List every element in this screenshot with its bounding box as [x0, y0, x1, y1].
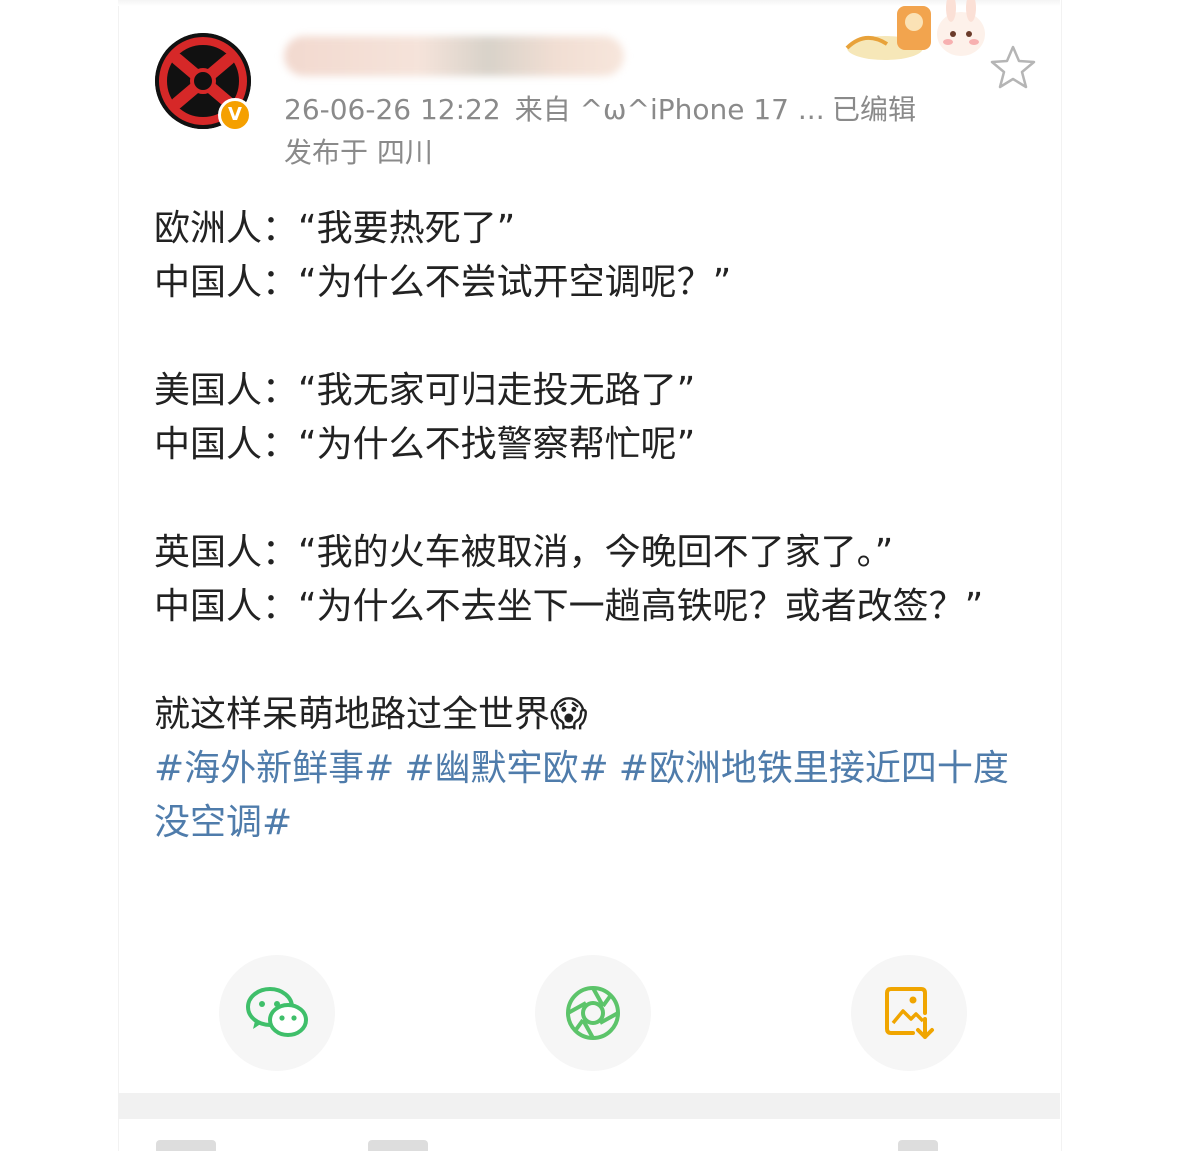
moments-icon	[566, 986, 620, 1040]
hashtag-list: #海外新鲜事# #幽默牢欧# #欧洲地铁里接近四十度没空调#	[154, 742, 1034, 850]
edited-label[interactable]: 已编辑	[832, 88, 916, 128]
save-image-button[interactable]	[851, 955, 967, 1071]
post-location: 发布于 四川	[284, 136, 433, 169]
section-divider	[118, 1093, 1060, 1119]
post-line: 中国人：“为什么不尝试开空调呢？”	[154, 262, 732, 303]
post-line: 中国人：“为什么不去坐下一趟高铁呢？或者改签？”	[154, 586, 984, 627]
hashtag-link[interactable]: #海外新鲜事#	[154, 748, 394, 789]
author-name-blurred[interactable]	[284, 36, 624, 76]
post-meta: 26-06-26 12:22 来自 ^ω^iPhone 17 ...	[284, 88, 839, 128]
cut-off-tab	[156, 1140, 216, 1151]
bunny-sticker-icon	[845, 0, 985, 60]
post-line: 英国人：“我的火车被取消，今晚回不了家了。”	[154, 532, 894, 573]
post-timestamp: 26-06-26 12:22	[284, 93, 501, 126]
post-line: 中国人：“为什么不找警察帮忙呢”	[154, 424, 696, 465]
verified-badge-icon: V	[218, 98, 252, 132]
post-line: 就这样呆萌地路过全世界😱	[154, 694, 588, 735]
post-content: 欧洲人：“我要热死了” 中国人：“为什么不尝试开空调呢？” 美国人：“我无家可归…	[154, 202, 1034, 850]
share-moments-button[interactable]	[535, 955, 651, 1071]
post-line: 美国人：“我无家可归走投无路了”	[154, 370, 696, 411]
wechat-icon	[246, 987, 308, 1037]
next-section-peek	[118, 1130, 1060, 1151]
favorite-star-icon[interactable]	[990, 44, 1036, 90]
hashtag-link[interactable]: #幽默牢欧#	[404, 748, 608, 789]
cut-off-tab	[368, 1140, 428, 1151]
cut-off-tab	[898, 1140, 938, 1151]
share-wechat-button[interactable]	[219, 955, 335, 1071]
post-line: 欧洲人：“我要热死了”	[154, 208, 516, 249]
save-image-icon	[885, 987, 934, 1039]
post-source: 来自 ^ω^iPhone 17 ...	[514, 93, 825, 126]
